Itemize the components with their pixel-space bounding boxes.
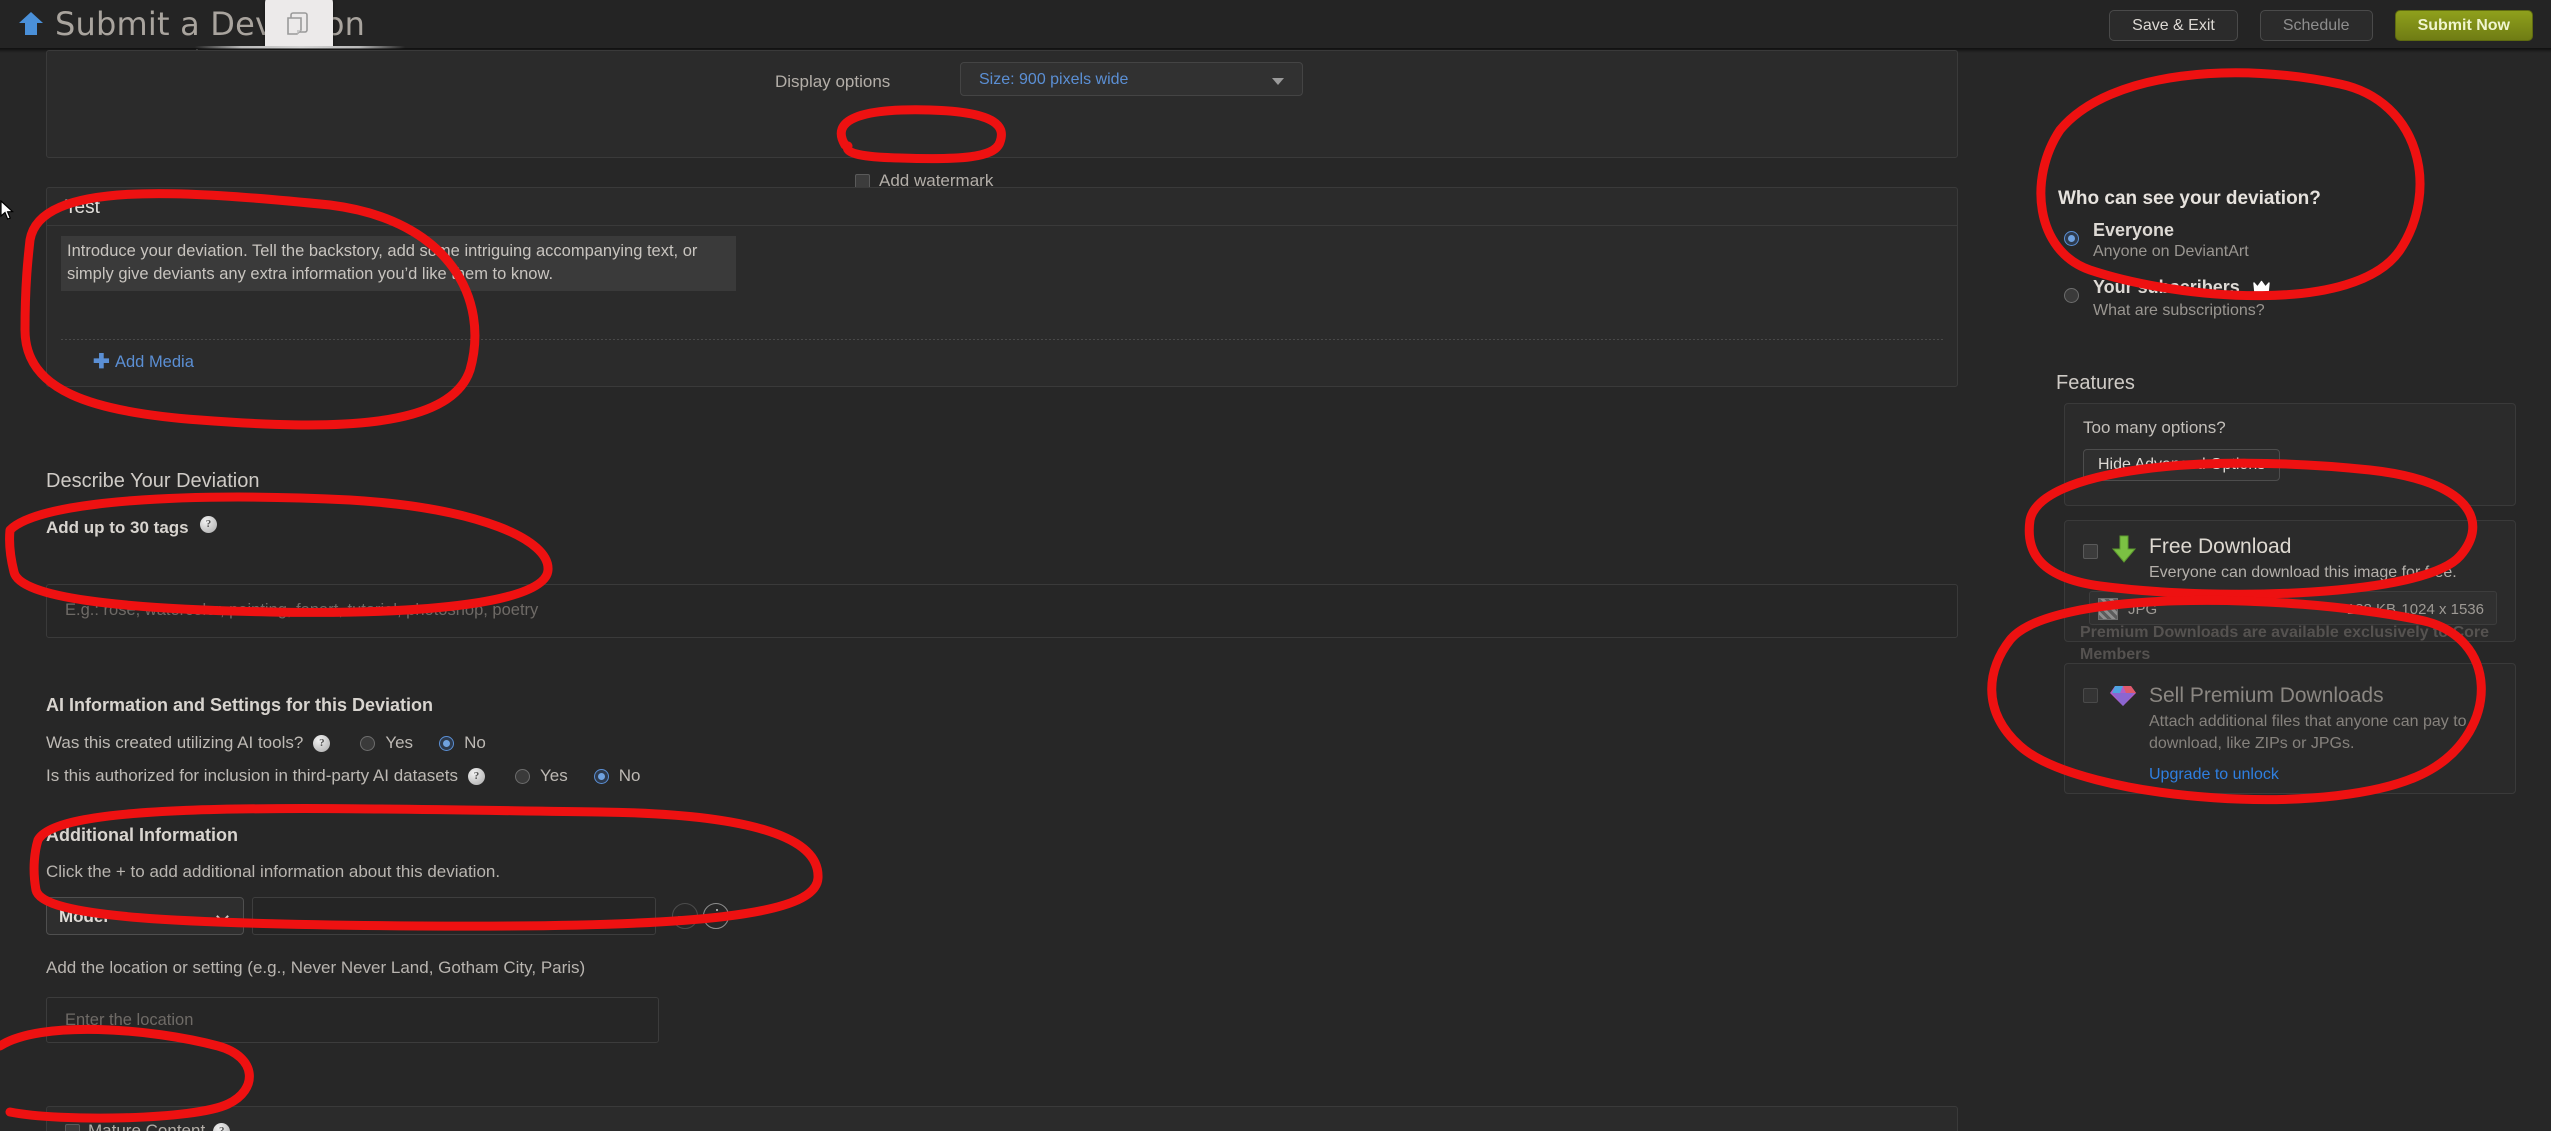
- location-hint: Add the location or setting (e.g., Never…: [46, 958, 586, 977]
- visibility-option-everyone[interactable]: Everyone Anyone on DeviantArt: [2064, 220, 2249, 261]
- visibility-heading: Who can see your deviation?: [2058, 188, 2321, 209]
- ai-section-heading: AI Information and Settings for this Dev…: [46, 695, 434, 715]
- top-actions: Save & Exit Schedule Submit Now: [2109, 10, 2533, 41]
- ai-tools-yes-radio[interactable]: [360, 735, 376, 751]
- location-input[interactable]: Enter the location: [46, 997, 659, 1043]
- save-exit-button[interactable]: Save & Exit: [2109, 10, 2238, 41]
- add-media-button[interactable]: Add Media: [115, 353, 194, 372]
- crown-icon: [2253, 279, 2270, 300]
- size-select-value: Size: 900 pixels wide: [979, 71, 1129, 88]
- ai-tools-yes-label: Yes: [385, 733, 414, 752]
- additional-info-type-value: Model: [59, 907, 109, 926]
- mature-content-panel: Mature Content ?: [46, 1106, 1958, 1131]
- chevron-down-icon: [1272, 78, 1284, 85]
- deviation-title-value: Test: [65, 197, 100, 218]
- tags-placeholder: E.g.: rose, watercolor, painting, fanart…: [65, 601, 539, 619]
- file-type-label: JPG: [2128, 601, 2158, 618]
- additional-info-heading: Additional Information: [46, 825, 238, 845]
- visibility-subscribers-sub[interactable]: What are subscriptions?: [2093, 302, 2270, 320]
- premium-downloads-note: Premium Downloads are available exclusiv…: [2080, 624, 2490, 663]
- display-options-panel: Display options Size: 900 pixels wide: [46, 50, 1958, 158]
- ai-datasets-no-radio[interactable]: [593, 768, 609, 784]
- deviation-title-description-panel: Test Introduce your deviation. Tell the …: [46, 187, 1958, 387]
- file-thumbnail-icon: [2098, 598, 2118, 620]
- mature-content-row[interactable]: Mature Content ?: [65, 1121, 231, 1131]
- top-bar: Submit a Deviation Save & Exit Schedule …: [0, 0, 2551, 53]
- ai-tools-question-label: Was this created utilizing AI tools?: [46, 733, 304, 752]
- document-tab-icon[interactable]: [265, 0, 333, 46]
- ai-datasets-question-label: Is this authorized for inclusion in thir…: [46, 766, 458, 785]
- features-options-card: Too many options? Hide Advanced Options: [2064, 403, 2516, 506]
- additional-info-type-select[interactable]: Model: [46, 897, 244, 935]
- tags-label: Add up to 30 tags: [46, 518, 189, 537]
- free-download-sub: Everyone can download this image for fre…: [2149, 564, 2457, 581]
- location-placeholder: Enter the location: [65, 1011, 194, 1029]
- schedule-button[interactable]: Schedule: [2259, 10, 2373, 41]
- gem-icon: [2109, 684, 2137, 713]
- free-download-title: Free Download: [2149, 535, 2292, 558]
- submit-now-button[interactable]: Submit Now: [2394, 10, 2533, 41]
- main-content: Display options Size: 900 pixels wide Ad…: [0, 50, 2551, 1131]
- tags-input[interactable]: E.g.: rose, watercolor, painting, fanart…: [46, 584, 1958, 638]
- mature-content-help-icon[interactable]: ?: [213, 1122, 231, 1131]
- free-download-checkbox[interactable]: [2083, 544, 2098, 559]
- ai-datasets-help-icon[interactable]: ?: [467, 767, 485, 785]
- features-heading: Features: [2056, 372, 2135, 394]
- upgrade-to-unlock-link[interactable]: Upgrade to unlock: [2149, 766, 2279, 784]
- file-size-label: 188 KB: [2346, 601, 2396, 618]
- size-select[interactable]: Size: 900 pixels wide: [960, 62, 1303, 96]
- sell-premium-sub: Attach additional files that anyone can …: [2149, 713, 2467, 752]
- ai-datasets-no-label: No: [618, 766, 641, 785]
- visibility-option-subscribers[interactable]: Your subscribers What are subscriptions?: [2064, 277, 2270, 320]
- sell-premium-checkbox[interactable]: [2083, 688, 2098, 703]
- chevron-down-icon: [216, 910, 229, 923]
- visibility-subscribers-label: Your subscribers: [2093, 277, 2240, 297]
- ai-tools-no-radio[interactable]: [439, 735, 455, 751]
- visibility-everyone-title: Everyone: [2093, 220, 2175, 240]
- plus-circle-icon[interactable]: [703, 903, 729, 929]
- additional-info-hint: Click the + to add additional informatio…: [46, 862, 501, 881]
- mature-content-label: Mature Content: [88, 1121, 206, 1131]
- description-divider: [61, 339, 1943, 340]
- ai-datasets-yes-radio[interactable]: [514, 768, 530, 784]
- visibility-subscribers-title: Your subscribers: [2093, 277, 2270, 300]
- describe-heading: Describe Your Deviation: [46, 470, 260, 492]
- green-download-arrow-icon: [2109, 534, 2139, 571]
- visibility-subscribers-radio[interactable]: [2064, 288, 2079, 303]
- up-arrow-icon: [16, 9, 46, 39]
- plus-icon: ✚: [93, 351, 110, 373]
- hide-advanced-options-button[interactable]: Hide Advanced Options: [2083, 449, 2281, 481]
- additional-info-value-input[interactable]: [252, 897, 656, 935]
- mature-content-checkbox[interactable]: [65, 1123, 80, 1131]
- sell-premium-downloads-card: Sell Premium Downloads Attach additional…: [2064, 663, 2516, 794]
- ai-tools-help-icon[interactable]: ?: [313, 734, 331, 752]
- ai-tools-question-row: Was this created utilizing AI tools? ? Y…: [46, 733, 486, 753]
- sell-premium-title: Sell Premium Downloads: [2149, 684, 2384, 707]
- mouse-cursor-icon: [0, 199, 16, 227]
- ai-datasets-question-row: Is this authorized for inclusion in thir…: [46, 766, 640, 786]
- deviation-description-input[interactable]: Introduce your deviation. Tell the backs…: [61, 236, 736, 291]
- minus-circle-icon[interactable]: [672, 903, 698, 929]
- display-options-label: Display options: [775, 72, 891, 91]
- too-many-options-label: Too many options?: [2083, 418, 2226, 437]
- attached-file-row: JPG 188 KB 1024 x 1536: [2089, 591, 2497, 625]
- visibility-everyone-sub: Anyone on DeviantArt: [2093, 243, 2249, 260]
- deviation-title-field[interactable]: Test: [47, 188, 1957, 226]
- tags-help-icon[interactable]: ?: [200, 516, 217, 533]
- file-dimensions-label: 1024 x 1536: [2401, 601, 2484, 618]
- ai-tools-no-label: No: [464, 733, 486, 752]
- ai-datasets-yes-label: Yes: [539, 766, 568, 785]
- visibility-everyone-radio[interactable]: [2064, 231, 2079, 246]
